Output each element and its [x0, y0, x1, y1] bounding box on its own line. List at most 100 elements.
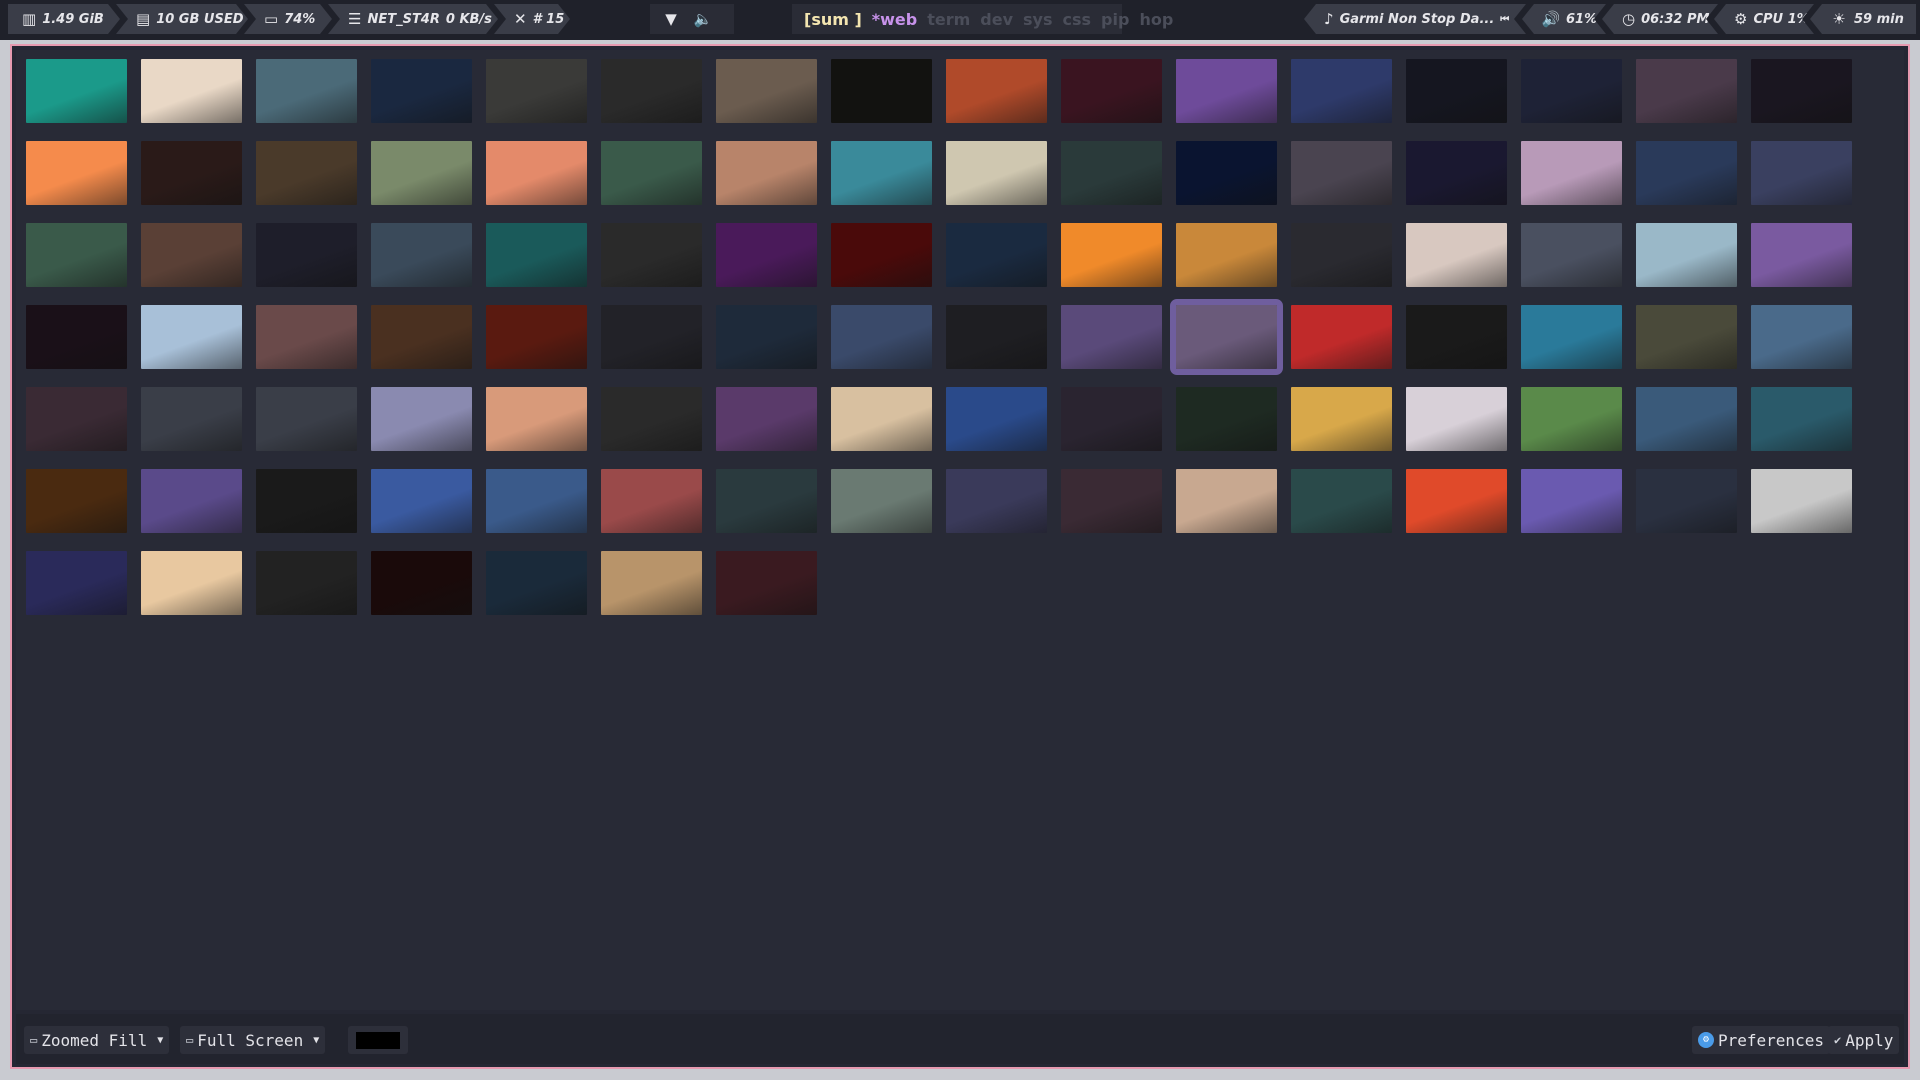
- network-widget[interactable]: ☰ NET_ST4R 0 KB/s: [328, 4, 498, 34]
- wallpaper-thumbnail[interactable]: [1406, 305, 1507, 369]
- clock-widget[interactable]: ◷ 06:32 PM: [1602, 4, 1718, 34]
- updates-widget[interactable]: ✕ # 15: [494, 4, 570, 34]
- wallpaper-thumbnail[interactable]: [1406, 141, 1507, 205]
- wallpaper-thumbnail[interactable]: [831, 223, 932, 287]
- workspace-term[interactable]: term: [927, 10, 970, 29]
- workspace-hop[interactable]: hop: [1139, 10, 1173, 29]
- wallpaper-thumbnail[interactable]: [716, 223, 817, 287]
- music-widget[interactable]: ♪ Garmi Non Stop Da... ⏮ ⏸ ⏭: [1304, 4, 1526, 34]
- wallpaper-thumbnail[interactable]: [371, 469, 472, 533]
- preferences-button[interactable]: ⚙ Preferences: [1692, 1026, 1830, 1054]
- wallpaper-thumbnail[interactable]: [1176, 141, 1277, 205]
- wallpaper-thumbnail[interactable]: [141, 551, 242, 615]
- wallpaper-thumbnail[interactable]: [1521, 387, 1622, 451]
- wallpaper-thumbnail[interactable]: [716, 387, 817, 451]
- wallpaper-thumbnail[interactable]: [256, 469, 357, 533]
- wallpaper-thumbnail[interactable]: [1176, 387, 1277, 451]
- wallpaper-thumbnail[interactable]: [1061, 59, 1162, 123]
- wallpaper-thumbnail[interactable]: [371, 305, 472, 369]
- wallpaper-thumbnail[interactable]: [371, 141, 472, 205]
- wallpaper-thumbnail[interactable]: [141, 469, 242, 533]
- wallpaper-thumbnail[interactable]: [486, 59, 587, 123]
- wallpaper-thumbnail[interactable]: [716, 141, 817, 205]
- cpu-widget[interactable]: ⚙ CPU 1%: [1714, 4, 1814, 34]
- scale-mode-dropdown[interactable]: ▭ Zoomed Fill ▼: [24, 1026, 170, 1054]
- wallpaper-thumbnail[interactable]: [831, 305, 932, 369]
- wallpaper-thumbnail[interactable]: [1291, 387, 1392, 451]
- background-color-button[interactable]: [348, 1026, 408, 1054]
- wallpaper-thumbnail[interactable]: [371, 551, 472, 615]
- wallpaper-thumbnail[interactable]: [601, 469, 702, 533]
- wallpaper-thumbnail[interactable]: [26, 551, 127, 615]
- pause-icon[interactable]: ⏸: [1515, 10, 1520, 28]
- wallpaper-thumbnail[interactable]: [1636, 387, 1737, 451]
- wallpaper-thumbnail[interactable]: [1406, 59, 1507, 123]
- wallpaper-thumbnail[interactable]: [1751, 59, 1852, 123]
- workspace-css[interactable]: css: [1063, 10, 1092, 29]
- wallpaper-thumbnail[interactable]: [141, 223, 242, 287]
- workspace-pip[interactable]: pip: [1101, 10, 1129, 29]
- wallpaper-thumbnail[interactable]: [26, 387, 127, 451]
- wallpaper-thumbnail[interactable]: [1521, 469, 1622, 533]
- wallpaper-thumbnail[interactable]: [256, 141, 357, 205]
- wallpaper-thumbnail[interactable]: [1061, 141, 1162, 205]
- workspace-dev[interactable]: dev: [980, 10, 1013, 29]
- wallpaper-thumbnail[interactable]: [26, 223, 127, 287]
- wallpaper-thumbnail[interactable]: [1061, 469, 1162, 533]
- wallpaper-thumbnail[interactable]: [1636, 59, 1737, 123]
- wallpaper-thumbnail[interactable]: [601, 305, 702, 369]
- workspace-sys[interactable]: sys: [1023, 10, 1052, 29]
- wallpaper-thumbnail[interactable]: [1291, 59, 1392, 123]
- wallpaper-thumbnail[interactable]: [486, 551, 587, 615]
- wallpaper-thumbnail[interactable]: [601, 59, 702, 123]
- wallpaper-thumbnail[interactable]: [1291, 469, 1392, 533]
- wallpaper-thumbnail[interactable]: [601, 141, 702, 205]
- wallpaper-thumbnail[interactable]: [831, 387, 932, 451]
- wallpaper-thumbnail[interactable]: [1521, 59, 1622, 123]
- wallpaper-thumbnail[interactable]: [256, 387, 357, 451]
- wallpaper-thumbnail[interactable]: [256, 305, 357, 369]
- wallpaper-thumbnail[interactable]: [1636, 305, 1737, 369]
- wallpaper-thumbnail[interactable]: [1636, 141, 1737, 205]
- wallpaper-thumbnail[interactable]: [1406, 469, 1507, 533]
- volume-icon[interactable]: 🔈: [694, 10, 713, 28]
- wallpaper-thumbnail[interactable]: [256, 551, 357, 615]
- disk-widget[interactable]: ▤ 10 GB USED: [116, 4, 248, 34]
- wallpaper-thumbnail[interactable]: [1751, 141, 1852, 205]
- wallpaper-thumbnail[interactable]: [1061, 305, 1162, 369]
- wallpaper-thumbnail[interactable]: [256, 59, 357, 123]
- wallpaper-thumbnail[interactable]: [141, 305, 242, 369]
- wallpaper-thumbnail[interactable]: [1521, 223, 1622, 287]
- wallpaper-thumbnail[interactable]: [1176, 223, 1277, 287]
- wallpaper-thumbnail[interactable]: [371, 387, 472, 451]
- wallpaper-thumbnail[interactable]: [716, 551, 817, 615]
- wallpaper-thumbnail[interactable]: [946, 305, 1047, 369]
- wallpaper-thumbnail[interactable]: [486, 141, 587, 205]
- triangle-down-icon[interactable]: ▼: [662, 10, 680, 28]
- uptime-widget[interactable]: ☀ 59 min: [1810, 4, 1916, 34]
- workspace-web[interactable]: *web: [872, 10, 917, 29]
- wallpaper-thumbnail[interactable]: [1406, 223, 1507, 287]
- wallpaper-thumbnail[interactable]: [1521, 305, 1622, 369]
- wallpaper-thumbnail[interactable]: [946, 387, 1047, 451]
- wallpaper-thumbnail[interactable]: [1751, 223, 1852, 287]
- wallpaper-thumbnail[interactable]: [1291, 305, 1392, 369]
- wallpaper-thumbnail[interactable]: [1751, 387, 1852, 451]
- wallpaper-thumbnail[interactable]: [716, 305, 817, 369]
- wallpaper-thumbnail[interactable]: [1061, 223, 1162, 287]
- wallpaper-thumbnail[interactable]: [371, 223, 472, 287]
- wallpaper-thumbnail[interactable]: [486, 305, 587, 369]
- wallpaper-thumbnail[interactable]: [1751, 469, 1852, 533]
- wallpaper-thumbnail[interactable]: [716, 59, 817, 123]
- wallpaper-thumbnail[interactable]: [601, 387, 702, 451]
- wallpaper-thumbnail[interactable]: [601, 223, 702, 287]
- wallpaper-thumbnail[interactable]: [601, 551, 702, 615]
- wallpaper-thumbnail[interactable]: [141, 59, 242, 123]
- wallpaper-thumbnail[interactable]: [26, 305, 127, 369]
- wallpaper-thumbnail[interactable]: [1751, 305, 1852, 369]
- wallpaper-thumbnail[interactable]: [26, 141, 127, 205]
- wallpaper-thumbnail[interactable]: [1291, 223, 1392, 287]
- wallpaper-thumbnail[interactable]: [256, 223, 357, 287]
- memory-widget[interactable]: ▥ 1.49 GiB: [8, 4, 120, 34]
- wallpaper-thumbnail[interactable]: [946, 223, 1047, 287]
